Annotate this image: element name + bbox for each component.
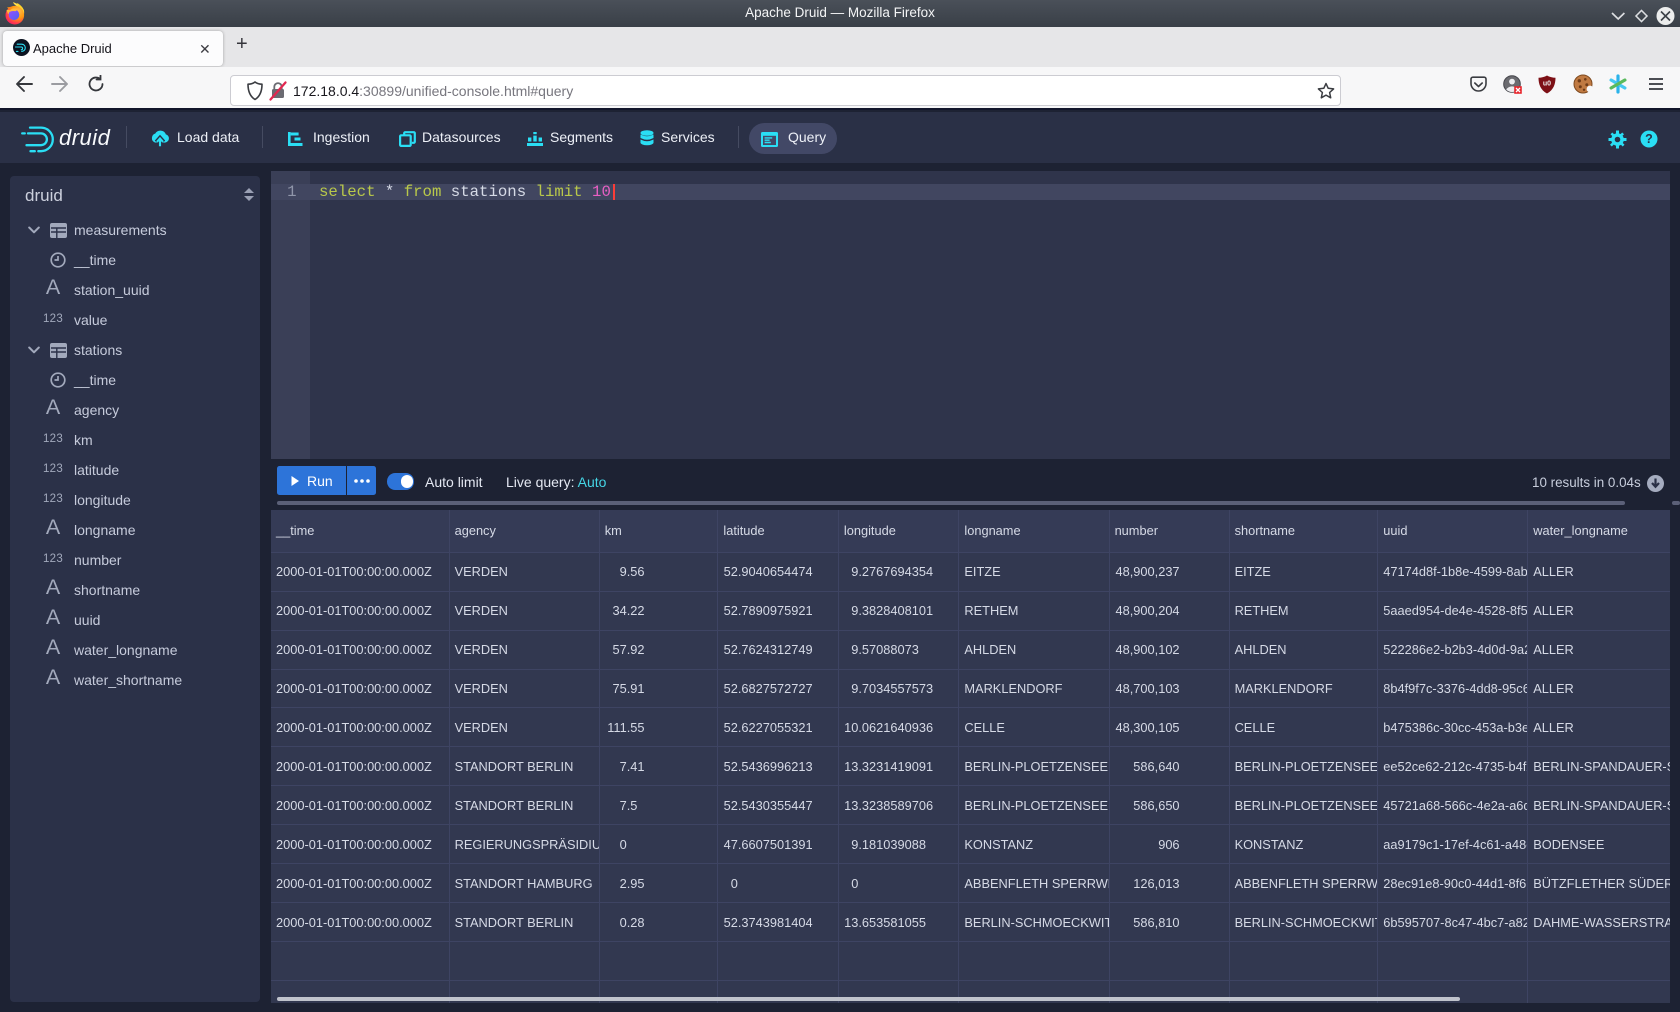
svg-text:?: ? (1645, 132, 1653, 146)
svg-text:u0: u0 (1543, 81, 1551, 88)
